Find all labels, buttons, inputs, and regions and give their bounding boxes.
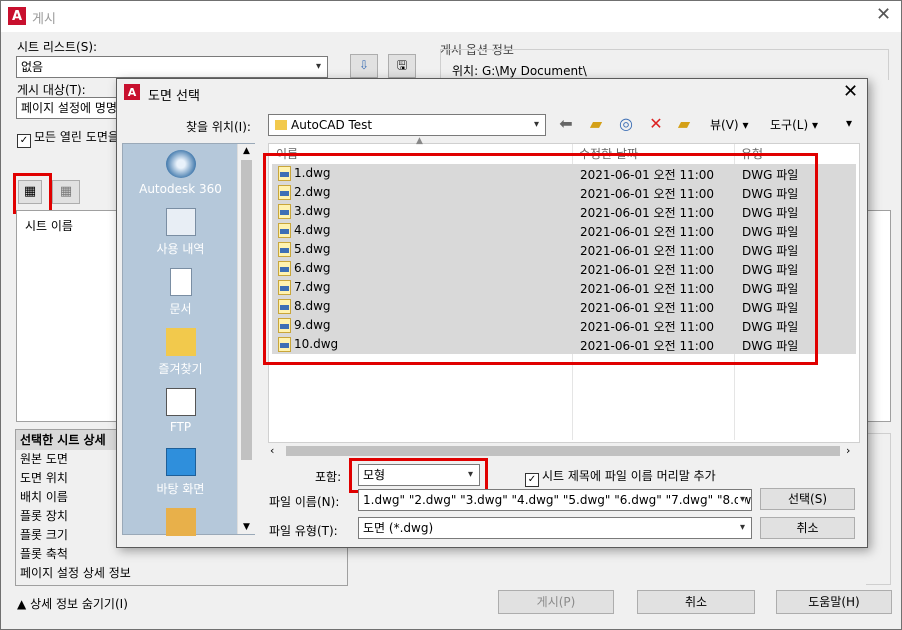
view-menu-label: 뷰(V) xyxy=(710,118,739,132)
chevron-down-icon: ▾ xyxy=(739,522,745,533)
place-favorites[interactable]: 즐겨찾기 xyxy=(123,328,238,377)
filename-label: 파일 이름(N): xyxy=(269,495,340,509)
place-label: FTP xyxy=(169,420,192,434)
place-autodesk-360[interactable]: Autodesk 360 xyxy=(123,150,238,196)
chevron-down-icon: ▾ xyxy=(533,119,539,130)
place-label: 즐겨찾기 xyxy=(158,362,203,376)
highlight-file-list xyxy=(263,153,818,365)
place-more[interactable] xyxy=(123,508,238,540)
scroll-thumb[interactable] xyxy=(241,160,252,460)
autocad-logo-icon: A xyxy=(124,84,140,100)
delete-icon[interactable]: ✕ xyxy=(646,114,666,134)
dialog-close-icon[interactable]: ✕ xyxy=(843,81,858,102)
filename-value: 1.dwg" "2.dwg" "3.dwg" "4.dwg" "5.dwg" "… xyxy=(363,493,752,507)
chevron-down-icon: ▾ xyxy=(811,118,818,132)
tools-dropdown-icon[interactable]: ▾ xyxy=(846,116,852,130)
place-desktop[interactable]: 바탕 화면 xyxy=(123,448,238,497)
new-folder-icon[interactable]: ▰ xyxy=(674,114,694,134)
folder-icon xyxy=(275,120,287,130)
include-label: 포함: xyxy=(315,470,342,484)
scroll-left-icon[interactable]: ‹ xyxy=(270,444,274,457)
cloud-icon xyxy=(165,150,196,178)
desktop-icon xyxy=(165,448,196,476)
filetype-value: 도면 (*.dwg) xyxy=(363,521,434,535)
dialog-cancel-button[interactable]: 취소 xyxy=(760,517,855,539)
dialog-title: 도면 선택 xyxy=(148,89,200,104)
view-menu[interactable]: 뷰(V) ▾ xyxy=(710,116,748,133)
hscroll-thumb[interactable] xyxy=(286,446,840,456)
up-folder-icon[interactable]: ▰ xyxy=(586,114,606,134)
filetype-label: 파일 유형(T): xyxy=(269,524,338,538)
place-history[interactable]: 사용 내역 xyxy=(123,208,238,257)
scroll-up-icon[interactable]: ▲ xyxy=(238,144,255,156)
place-ftp[interactable]: FTP xyxy=(123,388,238,434)
history-icon xyxy=(165,208,196,236)
back-icon[interactable]: ⬅ xyxy=(556,114,576,134)
highlight-include xyxy=(349,458,488,493)
filename-combo[interactable]: 1.dwg" "2.dwg" "3.dwg" "4.dwg" "5.dwg" "… xyxy=(358,489,752,511)
place-documents[interactable]: 문서 xyxy=(123,268,238,317)
prefix-checkbox[interactable]: ✓ 시트 제목에 파일 이름 머리말 추가 xyxy=(525,467,716,487)
search-web-icon[interactable]: ◎ xyxy=(616,114,636,134)
checkbox-checked-icon: ✓ xyxy=(525,473,539,487)
select-button[interactable]: 선택(S) xyxy=(760,488,855,510)
places-scrollbar[interactable]: ▲ ▼ xyxy=(237,144,255,534)
favorites-folder-icon xyxy=(165,328,196,356)
place-label: 사용 내역 xyxy=(156,242,205,256)
lookin-value: AutoCAD Test xyxy=(291,118,373,132)
chevron-down-icon: ▾ xyxy=(742,118,749,132)
chevron-down-icon: ▾ xyxy=(737,490,745,510)
document-icon xyxy=(169,268,192,296)
lookin-combo[interactable]: AutoCAD Test ▾ xyxy=(268,114,546,136)
places-bar: Autodesk 360 사용 내역 문서 즐겨찾기 FTP 바탕 화면 ▲ ▼ xyxy=(122,143,255,536)
lookin-label: 찾을 위치(I): xyxy=(186,120,251,134)
scroll-down-icon[interactable]: ▼ xyxy=(238,522,255,532)
place-label: Autodesk 360 xyxy=(139,182,222,196)
folder-icon xyxy=(165,508,196,536)
file-hscrollbar[interactable]: ‹ › xyxy=(268,443,860,459)
ftp-icon xyxy=(165,388,196,416)
filetype-combo[interactable]: 도면 (*.dwg) ▾ xyxy=(358,517,752,539)
place-label: 바탕 화면 xyxy=(156,482,205,496)
sort-asc-icon: ▲ xyxy=(416,136,423,146)
prefix-checkbox-label: 시트 제목에 파일 이름 머리말 추가 xyxy=(542,469,716,483)
tools-menu-label: 도구(L) xyxy=(770,118,809,132)
scroll-right-icon[interactable]: › xyxy=(846,444,850,457)
tools-menu[interactable]: 도구(L) ▾ xyxy=(770,116,818,133)
place-label: 문서 xyxy=(169,302,192,316)
